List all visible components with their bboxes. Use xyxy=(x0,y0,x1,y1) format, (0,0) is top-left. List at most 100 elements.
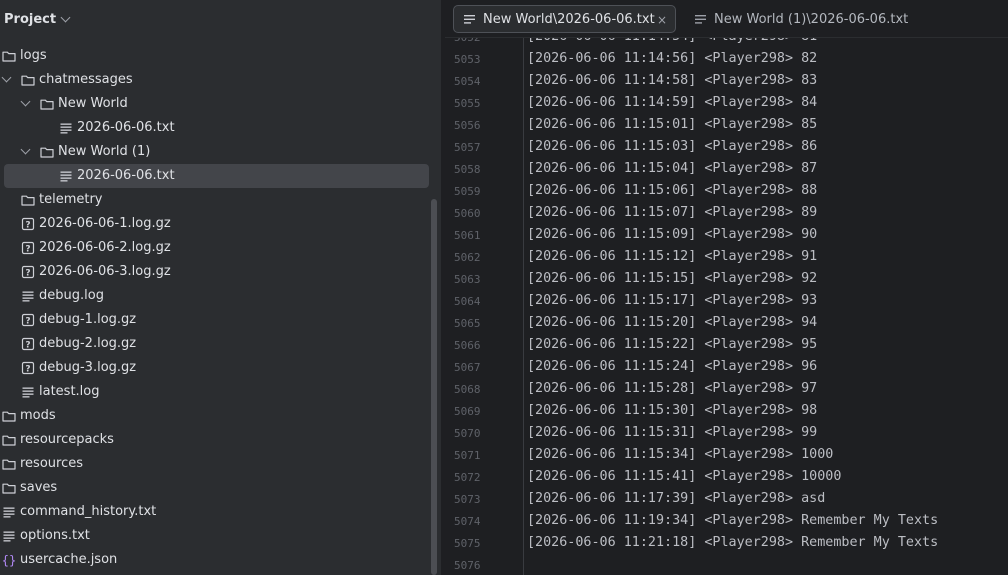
code-line[interactable]: 5066 [2026-06-06 11:15:22] <Player298> 95 xyxy=(445,335,1008,357)
tree-item[interactable]: saves xyxy=(0,476,430,500)
chevron-down-icon[interactable] xyxy=(1,72,12,83)
line-number: 5065 xyxy=(454,317,481,330)
project-title[interactable]: Project xyxy=(4,12,56,27)
project-scrollbar[interactable] xyxy=(431,199,437,575)
svg-text:?: ? xyxy=(25,245,30,255)
line-number: 5069 xyxy=(454,405,481,418)
tree-item[interactable]: ? debug-3.log.gz xyxy=(0,356,430,380)
tree-item[interactable]: resources xyxy=(0,452,430,476)
code-line[interactable]: 5060 [2026-06-06 11:15:07] <Player298> 89 xyxy=(445,203,1008,225)
tree-item-label: 2026-06-06-1.log.gz xyxy=(39,216,171,231)
json-file-icon: {} xyxy=(2,553,16,568)
text-file-icon xyxy=(21,385,35,399)
code-line[interactable]: 5070 [2026-06-06 11:15:31] <Player298> 99 xyxy=(445,423,1008,445)
line-text: [2026-06-06 11:15:41] <Player298> 10000 xyxy=(527,469,842,484)
code-line[interactable]: 5071 [2026-06-06 11:15:34] <Player298> 10… xyxy=(445,445,1008,467)
tree-item[interactable]: ? debug-1.log.gz xyxy=(0,308,430,332)
chevron-down-icon[interactable] xyxy=(60,12,71,23)
tree-item[interactable]: New World xyxy=(0,92,430,116)
line-text: [2026-06-06 11:15:24] <Player298> 96 xyxy=(527,359,818,374)
line-number: 5054 xyxy=(454,75,481,88)
code-line[interactable]: 5074 [2026-06-06 11:19:34] <Player298> Re… xyxy=(445,511,1008,533)
code-line[interactable]: 5063 [2026-06-06 11:15:15] <Player298> 92 xyxy=(445,269,1008,291)
project-header[interactable]: Project xyxy=(0,0,441,38)
chevron-down-icon[interactable] xyxy=(20,96,31,107)
line-number: 5071 xyxy=(454,449,481,462)
code-line[interactable]: 5054 [2026-06-06 11:14:58] <Player298> 83 xyxy=(445,71,1008,93)
tree-item-label: 2026-06-06-2.log.gz xyxy=(39,240,171,255)
line-text: [2026-06-06 11:14:56] <Player298> 82 xyxy=(527,51,818,66)
tree-item[interactable]: 2026-06-06.txt xyxy=(0,116,430,140)
code-line[interactable]: 5052 [2026-06-06 11:14:54] <Player298> 81 xyxy=(445,38,1008,49)
code-line[interactable]: 5057 [2026-06-06 11:15:03] <Player298> 86 xyxy=(445,137,1008,159)
chevron-down-icon[interactable] xyxy=(20,144,31,155)
tree-item[interactable]: command_history.txt xyxy=(0,500,430,524)
tab-new-world-1[interactable]: New World (1)\2026-06-06.txt xyxy=(685,5,925,33)
code-line[interactable]: 5062 [2026-06-06 11:15:12] <Player298> 91 xyxy=(445,247,1008,269)
line-number: 5064 xyxy=(454,295,481,308)
code-line[interactable]: 5064 [2026-06-06 11:15:17] <Player298> 93 xyxy=(445,291,1008,313)
code-line[interactable]: 5073 [2026-06-06 11:17:39] <Player298> as… xyxy=(445,489,1008,511)
code-line[interactable]: 5065 [2026-06-06 11:15:20] <Player298> 94 xyxy=(445,313,1008,335)
line-text: [2026-06-06 11:15:22] <Player298> 95 xyxy=(527,337,818,352)
line-text: [2026-06-06 11:15:15] <Player298> 92 xyxy=(527,271,818,286)
tree-item[interactable]: 2026-06-06.txt xyxy=(4,164,429,188)
folder-icon xyxy=(40,97,54,111)
line-text: [2026-06-06 11:15:20] <Player298> 94 xyxy=(527,315,818,330)
tree-item[interactable]: ? 2026-06-06-1.log.gz xyxy=(0,212,430,236)
close-icon[interactable]: × xyxy=(657,13,667,27)
line-number: 5060 xyxy=(454,207,481,220)
tree-item-label: debug-2.log.gz xyxy=(39,336,137,351)
project-panel: Project logs chatmessages New World 2026-06… xyxy=(0,0,441,575)
tree-item[interactable]: resourcepacks xyxy=(0,428,430,452)
svg-text:{}: {} xyxy=(2,554,16,568)
tree-item-label: New World xyxy=(58,96,128,111)
line-number: 5057 xyxy=(454,141,481,154)
line-number: 5075 xyxy=(454,537,481,550)
text-editor[interactable]: 5052 [2026-06-06 11:14:54] <Player298> 81… xyxy=(445,38,1008,575)
line-number: 5076 xyxy=(454,559,481,572)
code-line[interactable]: 5068 [2026-06-06 11:15:28] <Player298> 97 xyxy=(445,379,1008,401)
tree-item[interactable]: ? debug-2.log.gz xyxy=(0,332,430,356)
line-text: [2026-06-06 11:15:09] <Player298> 90 xyxy=(527,227,818,242)
code-line[interactable]: 5075 [2026-06-06 11:21:18] <Player298> Re… xyxy=(445,533,1008,555)
tree-item[interactable]: options.txt xyxy=(0,524,430,548)
folder-icon xyxy=(40,145,54,159)
code-line[interactable]: 5059 [2026-06-06 11:15:06] <Player298> 88 xyxy=(445,181,1008,203)
svg-text:?: ? xyxy=(25,365,30,375)
code-line[interactable]: 5061 [2026-06-06 11:15:09] <Player298> 90 xyxy=(445,225,1008,247)
tab-new-world[interactable]: New World\2026-06-06.txt × xyxy=(453,5,676,33)
tree-item[interactable]: logs xyxy=(0,44,430,68)
tree-item[interactable]: New World (1) xyxy=(0,140,430,164)
line-number: 5058 xyxy=(454,163,481,176)
tree-item-label: logs xyxy=(20,48,47,63)
line-text: [2026-06-06 11:21:18] <Player298> Rememb… xyxy=(527,535,939,550)
tree-item[interactable]: ? 2026-06-06-3.log.gz xyxy=(0,260,430,284)
tree-item[interactable]: ? 2026-06-06-2.log.gz xyxy=(0,236,430,260)
tree-item[interactable]: mods xyxy=(0,404,430,428)
text-file-icon xyxy=(464,14,475,24)
line-text: [2026-06-06 11:15:01] <Player298> 85 xyxy=(527,117,818,132)
code-line[interactable]: 5056 [2026-06-06 11:15:01] <Player298> 85 xyxy=(445,115,1008,137)
code-line[interactable]: 5072 [2026-06-06 11:15:41] <Player298> 10… xyxy=(445,467,1008,489)
tree-item-label: telemetry xyxy=(39,192,103,207)
code-line[interactable]: 5053 [2026-06-06 11:14:56] <Player298> 82 xyxy=(445,49,1008,71)
tree-item-label: debug-1.log.gz xyxy=(39,312,137,327)
tree-item[interactable]: {} usercache.json xyxy=(0,548,430,572)
tree-item[interactable]: chatmessages xyxy=(0,68,430,92)
line-text: [2026-06-06 11:15:17] <Player298> 93 xyxy=(527,293,818,308)
line-text: [2026-06-06 11:15:28] <Player298> 97 xyxy=(527,381,818,396)
editor-tab-bar: New World\2026-06-06.txt × New World (1)… xyxy=(445,0,1008,38)
tree-item[interactable]: latest.log xyxy=(0,380,430,404)
text-file-icon xyxy=(695,14,706,24)
line-text: [2026-06-06 11:15:12] <Player298> 91 xyxy=(527,249,818,264)
tree-item[interactable]: telemetry xyxy=(0,188,430,212)
code-line[interactable]: 5058 [2026-06-06 11:15:04] <Player298> 87 xyxy=(445,159,1008,181)
unknown-file-icon: ? xyxy=(21,241,35,255)
code-line[interactable]: 5076 xyxy=(445,555,1008,575)
code-line[interactable]: 5067 [2026-06-06 11:15:24] <Player298> 96 xyxy=(445,357,1008,379)
tree-item[interactable]: debug.log xyxy=(0,284,430,308)
line-number: 5068 xyxy=(454,383,481,396)
code-line[interactable]: 5055 [2026-06-06 11:14:59] <Player298> 84 xyxy=(445,93,1008,115)
code-line[interactable]: 5069 [2026-06-06 11:15:30] <Player298> 98 xyxy=(445,401,1008,423)
